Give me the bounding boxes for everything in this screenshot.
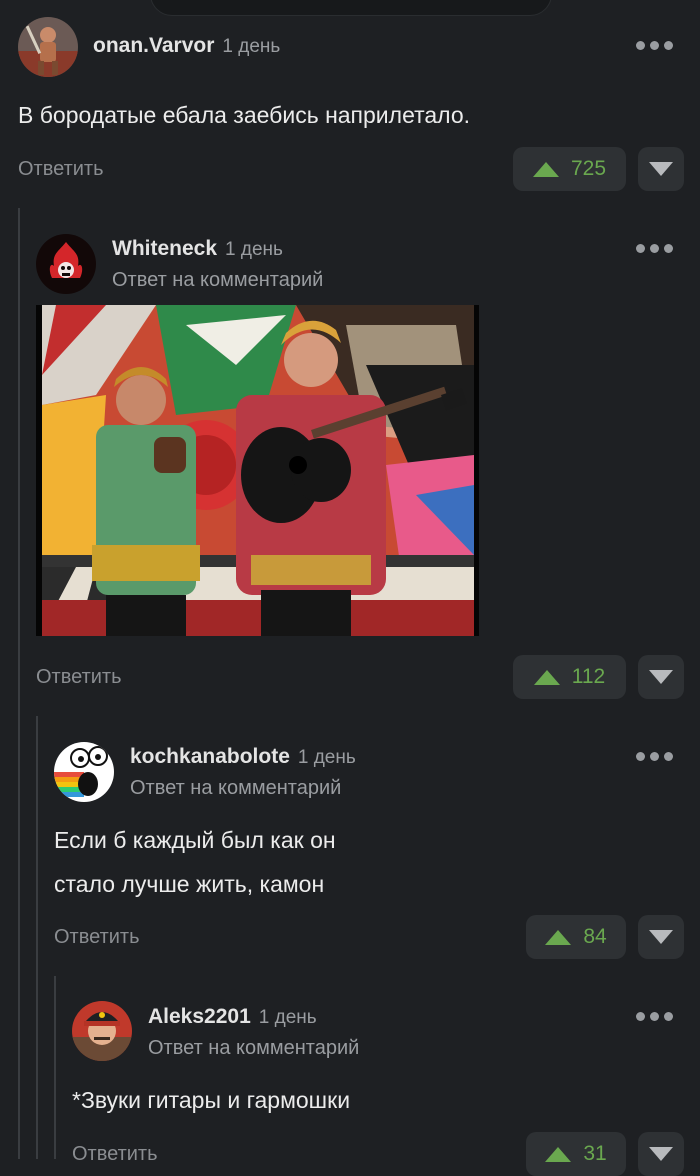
reply-button[interactable]: Ответить — [18, 158, 104, 181]
upvote-arrow-icon — [533, 669, 560, 685]
vote-count: 112 — [571, 665, 606, 688]
upvote-button[interactable]: 112 — [513, 655, 626, 699]
author-name[interactable]: Whiteneck — [112, 237, 217, 260]
author-name[interactable]: kochkanabolote — [130, 745, 290, 768]
comment-image[interactable] — [36, 305, 479, 636]
thread-line-level3[interactable] — [54, 976, 56, 1159]
downvote-button[interactable] — [638, 1132, 684, 1176]
comment-date: 1 день — [222, 36, 281, 57]
upvote-arrow-icon — [532, 161, 559, 177]
upvote-button[interactable]: 725 — [513, 147, 626, 191]
thread-line-level2[interactable] — [36, 716, 38, 1159]
comment-author[interactable]: kochkanabolote 1 день — [130, 745, 356, 769]
more-dots-icon[interactable] — [636, 752, 676, 766]
author-name[interactable]: onan.Varvor — [93, 34, 214, 57]
reply-button[interactable]: Ответить — [54, 926, 140, 949]
comment-text: *Звуки гитары и гармошки — [72, 1078, 350, 1122]
comment-text-line: Если б каждый был как он — [54, 827, 336, 853]
comment-date: 1 день — [258, 1007, 317, 1028]
upvote-arrow-icon — [545, 929, 572, 945]
comment-date: 1 день — [225, 239, 283, 260]
comment-author[interactable]: Whiteneck 1 день — [112, 237, 283, 261]
downvote-button[interactable] — [638, 655, 684, 699]
reply-button[interactable]: Ответить — [72, 1143, 158, 1166]
comment-text-line: *Звуки гитары и гармошки — [72, 1087, 351, 1113]
downvote-arrow-icon — [649, 930, 673, 944]
reply-to-link[interactable]: Ответ на комментарий — [112, 269, 323, 292]
comment-author[interactable]: onan.Varvor 1 день — [93, 34, 280, 58]
more-dots-icon[interactable] — [636, 1012, 676, 1026]
comment-text: Если б каждый был как он стало лучше жит… — [54, 818, 336, 906]
upvote-button[interactable]: 31 — [526, 1132, 626, 1176]
rainbow-face-avatar-icon — [54, 742, 114, 802]
comment-text: В бородатые ебала заебись наприлетало. — [18, 93, 470, 137]
barbarian-avatar-icon — [18, 17, 78, 77]
reply-to-link[interactable]: Ответ на комментарий — [130, 777, 341, 800]
vote-count: 725 — [570, 157, 607, 180]
avatar[interactable] — [18, 17, 78, 77]
reply-to-link[interactable]: Ответ на комментарий — [148, 1037, 359, 1060]
top-search-bar[interactable] — [150, 0, 552, 16]
comment-author[interactable]: Aleks2201 1 день — [148, 1005, 317, 1029]
more-dots-icon[interactable] — [636, 41, 676, 55]
avatar[interactable] — [54, 742, 114, 802]
comment-date: 1 день — [297, 747, 356, 768]
downvote-arrow-icon — [649, 162, 673, 176]
downvote-button[interactable] — [638, 915, 684, 959]
downvote-button[interactable] — [638, 147, 684, 191]
soldier-avatar-icon — [72, 1001, 132, 1061]
comment-text-line: В бородатые ебала заебись наприлетало. — [18, 102, 471, 128]
fire-skull-avatar-icon — [36, 234, 96, 294]
reply-button[interactable]: Ответить — [36, 666, 122, 689]
more-dots-icon[interactable] — [636, 244, 676, 258]
upvote-button[interactable]: 84 — [526, 915, 626, 959]
vote-count: 31 — [583, 1142, 607, 1165]
vote-count: 84 — [583, 925, 607, 948]
downvote-arrow-icon — [649, 670, 673, 684]
avatar[interactable] — [36, 234, 96, 294]
avatar[interactable] — [72, 1001, 132, 1061]
author-name[interactable]: Aleks2201 — [148, 1005, 251, 1028]
upvote-arrow-icon — [545, 1146, 572, 1162]
comment-text-line: стало лучше жить, камон — [54, 871, 325, 897]
thread-line-level1[interactable] — [18, 208, 20, 1159]
